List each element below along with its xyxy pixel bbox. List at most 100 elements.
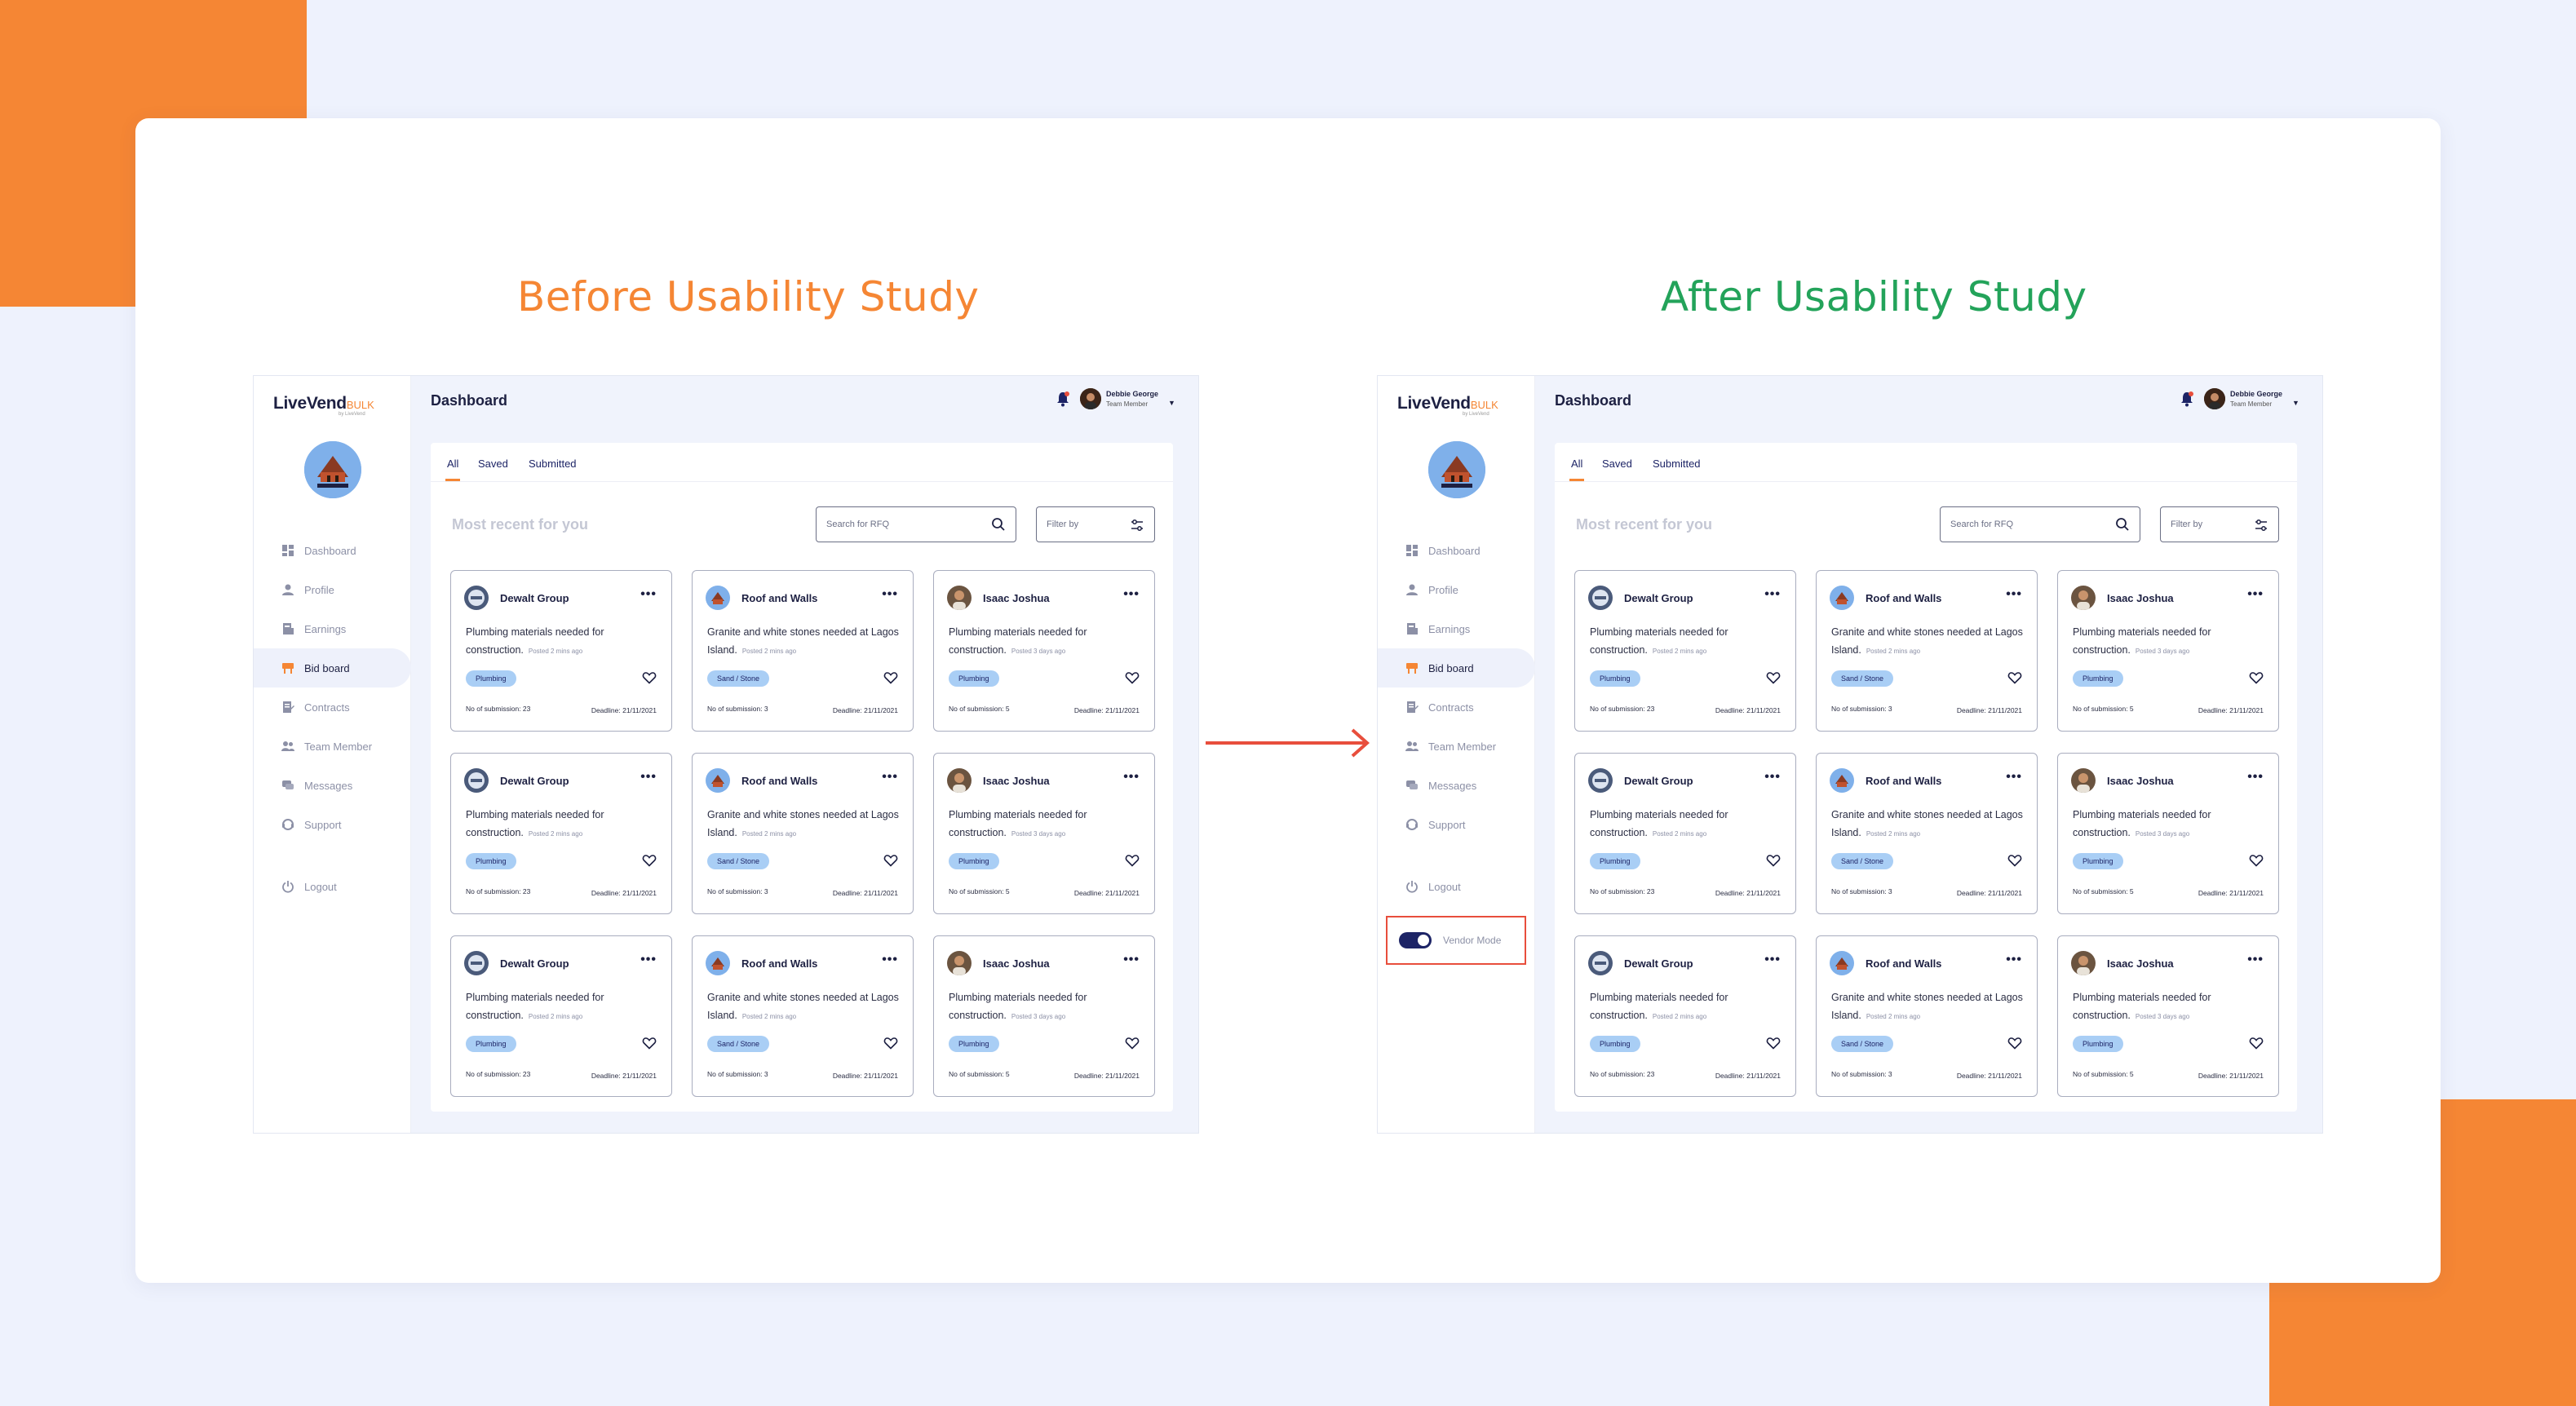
sidebar-item-profile[interactable]: Profile bbox=[1378, 570, 1535, 609]
company-name[interactable]: Isaac Joshua bbox=[2107, 957, 2174, 970]
search-icon[interactable] bbox=[2115, 517, 2130, 532]
heart-icon[interactable] bbox=[2007, 853, 2022, 868]
heart-icon[interactable] bbox=[1125, 853, 1140, 868]
user-avatar[interactable] bbox=[2204, 388, 2225, 409]
company-name[interactable]: Roof and Walls bbox=[1866, 592, 1941, 604]
heart-icon[interactable] bbox=[2249, 853, 2264, 868]
rfq-card[interactable]: Roof and Walls ••• Granite and white stone… bbox=[692, 935, 914, 1097]
more-options-icon[interactable]: ••• bbox=[2006, 587, 2022, 602]
rfq-card[interactable]: Isaac Joshua ••• Plumbing materials needed… bbox=[933, 570, 1155, 732]
sidebar-item-earnings[interactable]: Earnings bbox=[254, 609, 411, 648]
rfq-card[interactable]: Isaac Joshua ••• Plumbing materials needed… bbox=[933, 753, 1155, 914]
category-tag[interactable]: Plumbing bbox=[949, 853, 999, 869]
sidebar-item-dashboard[interactable]: Dashboard bbox=[254, 531, 411, 570]
category-tag[interactable]: Plumbing bbox=[2073, 853, 2123, 869]
rfq-card[interactable]: Isaac Joshua ••• Plumbing materials needed… bbox=[2057, 570, 2279, 732]
sidebar-item-bid-board[interactable]: Bid board bbox=[254, 648, 411, 688]
rfq-card[interactable]: Dewalt Group ••• Plumbing materials needed… bbox=[1574, 753, 1796, 914]
user-avatar[interactable] bbox=[1080, 388, 1101, 409]
livevend-logo[interactable]: LiveVendBULK by LiveVend bbox=[1397, 394, 1498, 417]
category-tag[interactable]: Sand / Stone bbox=[1831, 670, 1894, 687]
rfq-card[interactable]: Roof and Walls ••• Granite and white stone… bbox=[1816, 753, 2038, 914]
category-tag[interactable]: Plumbing bbox=[466, 670, 516, 687]
heart-icon[interactable] bbox=[2007, 1036, 2022, 1050]
heart-icon[interactable] bbox=[1766, 853, 1781, 868]
company-name[interactable]: Isaac Joshua bbox=[983, 592, 1050, 604]
sidebar-item-profile[interactable]: Profile bbox=[254, 570, 411, 609]
more-options-icon[interactable]: ••• bbox=[1123, 953, 1140, 967]
heart-icon[interactable] bbox=[1125, 1036, 1140, 1050]
sidebar-item-support[interactable]: Support bbox=[254, 805, 411, 844]
more-options-icon[interactable]: ••• bbox=[1123, 587, 1140, 602]
heart-icon[interactable] bbox=[1766, 1036, 1781, 1050]
heart-icon[interactable] bbox=[883, 670, 898, 685]
heart-icon[interactable] bbox=[1125, 670, 1140, 685]
rfq-card[interactable]: Roof and Walls ••• Granite and white stone… bbox=[692, 570, 914, 732]
category-tag[interactable]: Plumbing bbox=[1590, 670, 1640, 687]
tab-all[interactable]: All bbox=[447, 458, 458, 470]
company-name[interactable]: Roof and Walls bbox=[741, 775, 817, 787]
sidebar-item-contracts[interactable]: Contracts bbox=[1378, 688, 1535, 727]
sidebar-item-contracts[interactable]: Contracts bbox=[254, 688, 411, 727]
sidebar-item-earnings[interactable]: Earnings bbox=[1378, 609, 1535, 648]
company-name[interactable]: Dewalt Group bbox=[1624, 775, 1693, 787]
sidebar-item-support[interactable]: Support bbox=[1378, 805, 1535, 844]
category-tag[interactable]: Plumbing bbox=[949, 670, 999, 687]
rfq-card[interactable]: Dewalt Group ••• Plumbing materials needed… bbox=[1574, 935, 1796, 1097]
company-name[interactable]: Dewalt Group bbox=[500, 775, 569, 787]
search-input[interactable]: Search for RFQ bbox=[1940, 506, 2140, 542]
category-tag[interactable]: Plumbing bbox=[1590, 853, 1640, 869]
heart-icon[interactable] bbox=[1766, 670, 1781, 685]
more-options-icon[interactable]: ••• bbox=[2006, 953, 2022, 967]
rfq-card[interactable]: Dewalt Group ••• Plumbing materials needed… bbox=[1574, 570, 1796, 732]
livevend-logo[interactable]: LiveVendBULK by LiveVend bbox=[273, 394, 374, 417]
category-tag[interactable]: Sand / Stone bbox=[1831, 853, 1894, 869]
tab-saved[interactable]: Saved bbox=[478, 458, 508, 470]
company-name[interactable]: Isaac Joshua bbox=[983, 775, 1050, 787]
vendor-mode-toggle[interactable] bbox=[1399, 932, 1432, 948]
company-name[interactable]: Roof and Walls bbox=[741, 957, 817, 970]
more-options-icon[interactable]: ••• bbox=[2247, 770, 2264, 785]
category-tag[interactable]: Sand / Stone bbox=[707, 670, 770, 687]
more-options-icon[interactable]: ••• bbox=[1123, 770, 1140, 785]
rfq-card[interactable]: Roof and Walls ••• Granite and white stone… bbox=[1816, 570, 2038, 732]
heart-icon[interactable] bbox=[642, 1036, 657, 1050]
heart-icon[interactable] bbox=[2249, 670, 2264, 685]
more-options-icon[interactable]: ••• bbox=[640, 770, 657, 785]
user-name[interactable]: Debbie George bbox=[2230, 390, 2282, 398]
filter-button[interactable]: Filter by bbox=[2160, 506, 2279, 542]
company-name[interactable]: Roof and Walls bbox=[1866, 775, 1941, 787]
category-tag[interactable]: Plumbing bbox=[949, 1036, 999, 1052]
chevron-down-icon[interactable]: ▼ bbox=[2292, 399, 2299, 407]
user-name[interactable]: Debbie George bbox=[1106, 390, 1158, 398]
rfq-card[interactable]: Isaac Joshua ••• Plumbing materials needed… bbox=[933, 935, 1155, 1097]
category-tag[interactable]: Plumbing bbox=[466, 853, 516, 869]
more-options-icon[interactable]: ••• bbox=[2247, 587, 2264, 602]
chevron-down-icon[interactable]: ▼ bbox=[1168, 399, 1175, 407]
filter-button[interactable]: Filter by bbox=[1036, 506, 1155, 542]
heart-icon[interactable] bbox=[883, 1036, 898, 1050]
search-input[interactable]: Search for RFQ bbox=[816, 506, 1016, 542]
category-tag[interactable]: Plumbing bbox=[466, 1036, 516, 1052]
rfq-card[interactable]: Dewalt Group ••• Plumbing materials needed… bbox=[450, 570, 672, 732]
more-options-icon[interactable]: ••• bbox=[882, 770, 898, 785]
sidebar-item-dashboard[interactable]: Dashboard bbox=[1378, 531, 1535, 570]
sidebar-item-messages[interactable]: Messages bbox=[1378, 766, 1535, 805]
company-name[interactable]: Roof and Walls bbox=[741, 592, 817, 604]
company-name[interactable]: Dewalt Group bbox=[1624, 592, 1693, 604]
more-options-icon[interactable]: ••• bbox=[1764, 587, 1781, 602]
notification-bell-icon[interactable] bbox=[2180, 391, 2194, 407]
tab-submitted[interactable]: Submitted bbox=[1653, 458, 1701, 470]
company-name[interactable]: Dewalt Group bbox=[1624, 957, 1693, 970]
heart-icon[interactable] bbox=[2007, 670, 2022, 685]
company-name[interactable]: Isaac Joshua bbox=[2107, 592, 2174, 604]
category-tag[interactable]: Sand / Stone bbox=[707, 1036, 770, 1052]
company-name[interactable]: Roof and Walls bbox=[1866, 957, 1941, 970]
heart-icon[interactable] bbox=[642, 670, 657, 685]
more-options-icon[interactable]: ••• bbox=[2006, 770, 2022, 785]
more-options-icon[interactable]: ••• bbox=[882, 953, 898, 967]
heart-icon[interactable] bbox=[883, 853, 898, 868]
tab-all[interactable]: All bbox=[1571, 458, 1582, 470]
more-options-icon[interactable]: ••• bbox=[1764, 770, 1781, 785]
category-tag[interactable]: Plumbing bbox=[2073, 1036, 2123, 1052]
